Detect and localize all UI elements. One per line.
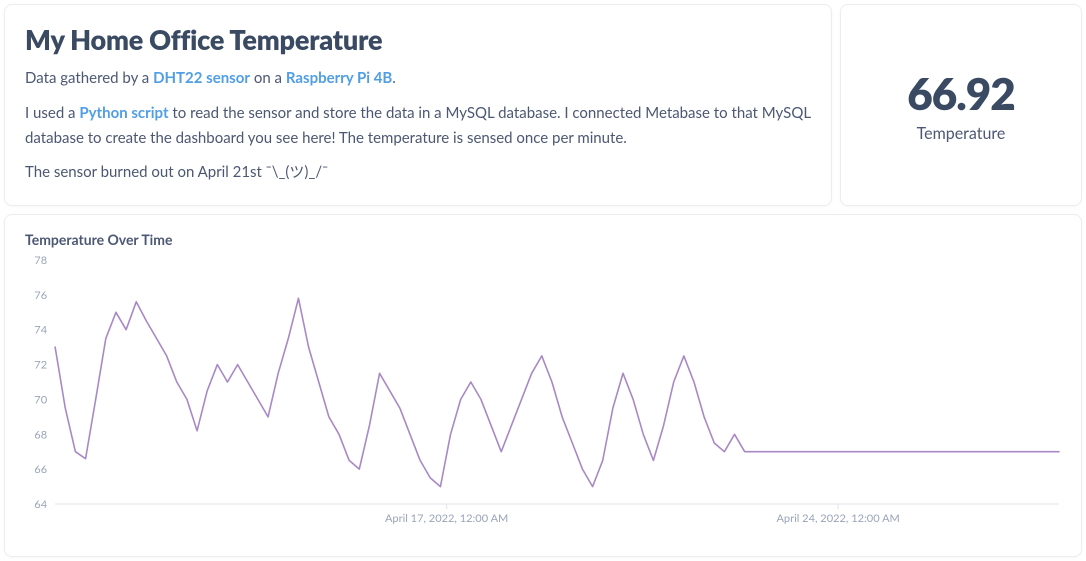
line-chart: 64 66 68 70 72 74 76 78 April 17, 2022, 12:00 AM… [21,254,1065,534]
page-title: My Home Office Temperature [25,23,811,56]
board-link[interactable]: Raspberry Pi 4B [286,69,392,87]
svg-text:72: 72 [34,359,47,372]
svg-text:64: 64 [34,498,47,511]
svg-text:70: 70 [34,393,47,406]
text-fragment: I used a [25,104,79,122]
text-fragment: on a [250,69,286,87]
svg-text:78: 78 [34,254,47,267]
chart-svg: 64 66 68 70 72 74 76 78 April 17, 2022, 12:00 AM… [21,254,1065,534]
kpi-label: Temperature [917,124,1006,143]
svg-text:April 17, 2022, 12:00 AM: April 17, 2022, 12:00 AM [385,512,508,525]
svg-text:74: 74 [34,324,47,337]
sensor-link[interactable]: DHT22 sensor [153,69,250,87]
description-card: My Home Office Temperature Data gathered… [4,4,832,206]
chart-title: Temperature Over Time [21,231,1065,248]
description-line-3: The sensor burned out on April 21st ¯\_(… [25,160,811,185]
text-fragment: Data gathered by a [25,69,153,87]
text-fragment: . [392,69,396,87]
description-line-1: Data gathered by a DHT22 sensor on a Ras… [25,66,811,91]
svg-text:66: 66 [34,463,47,476]
svg-text:68: 68 [34,428,47,441]
chart-card: Temperature Over Time 64 66 68 70 72 74 76 78 Ap… [4,214,1082,557]
script-link[interactable]: Python script [79,104,168,122]
description-line-2: I used a Python script to read the senso… [25,101,811,151]
svg-text:76: 76 [34,289,47,302]
kpi-card: 66.92 Temperature [840,4,1082,206]
svg-text:April 24, 2022, 12:00 AM: April 24, 2022, 12:00 AM [776,512,899,525]
kpi-value: 66.92 [907,68,1015,120]
